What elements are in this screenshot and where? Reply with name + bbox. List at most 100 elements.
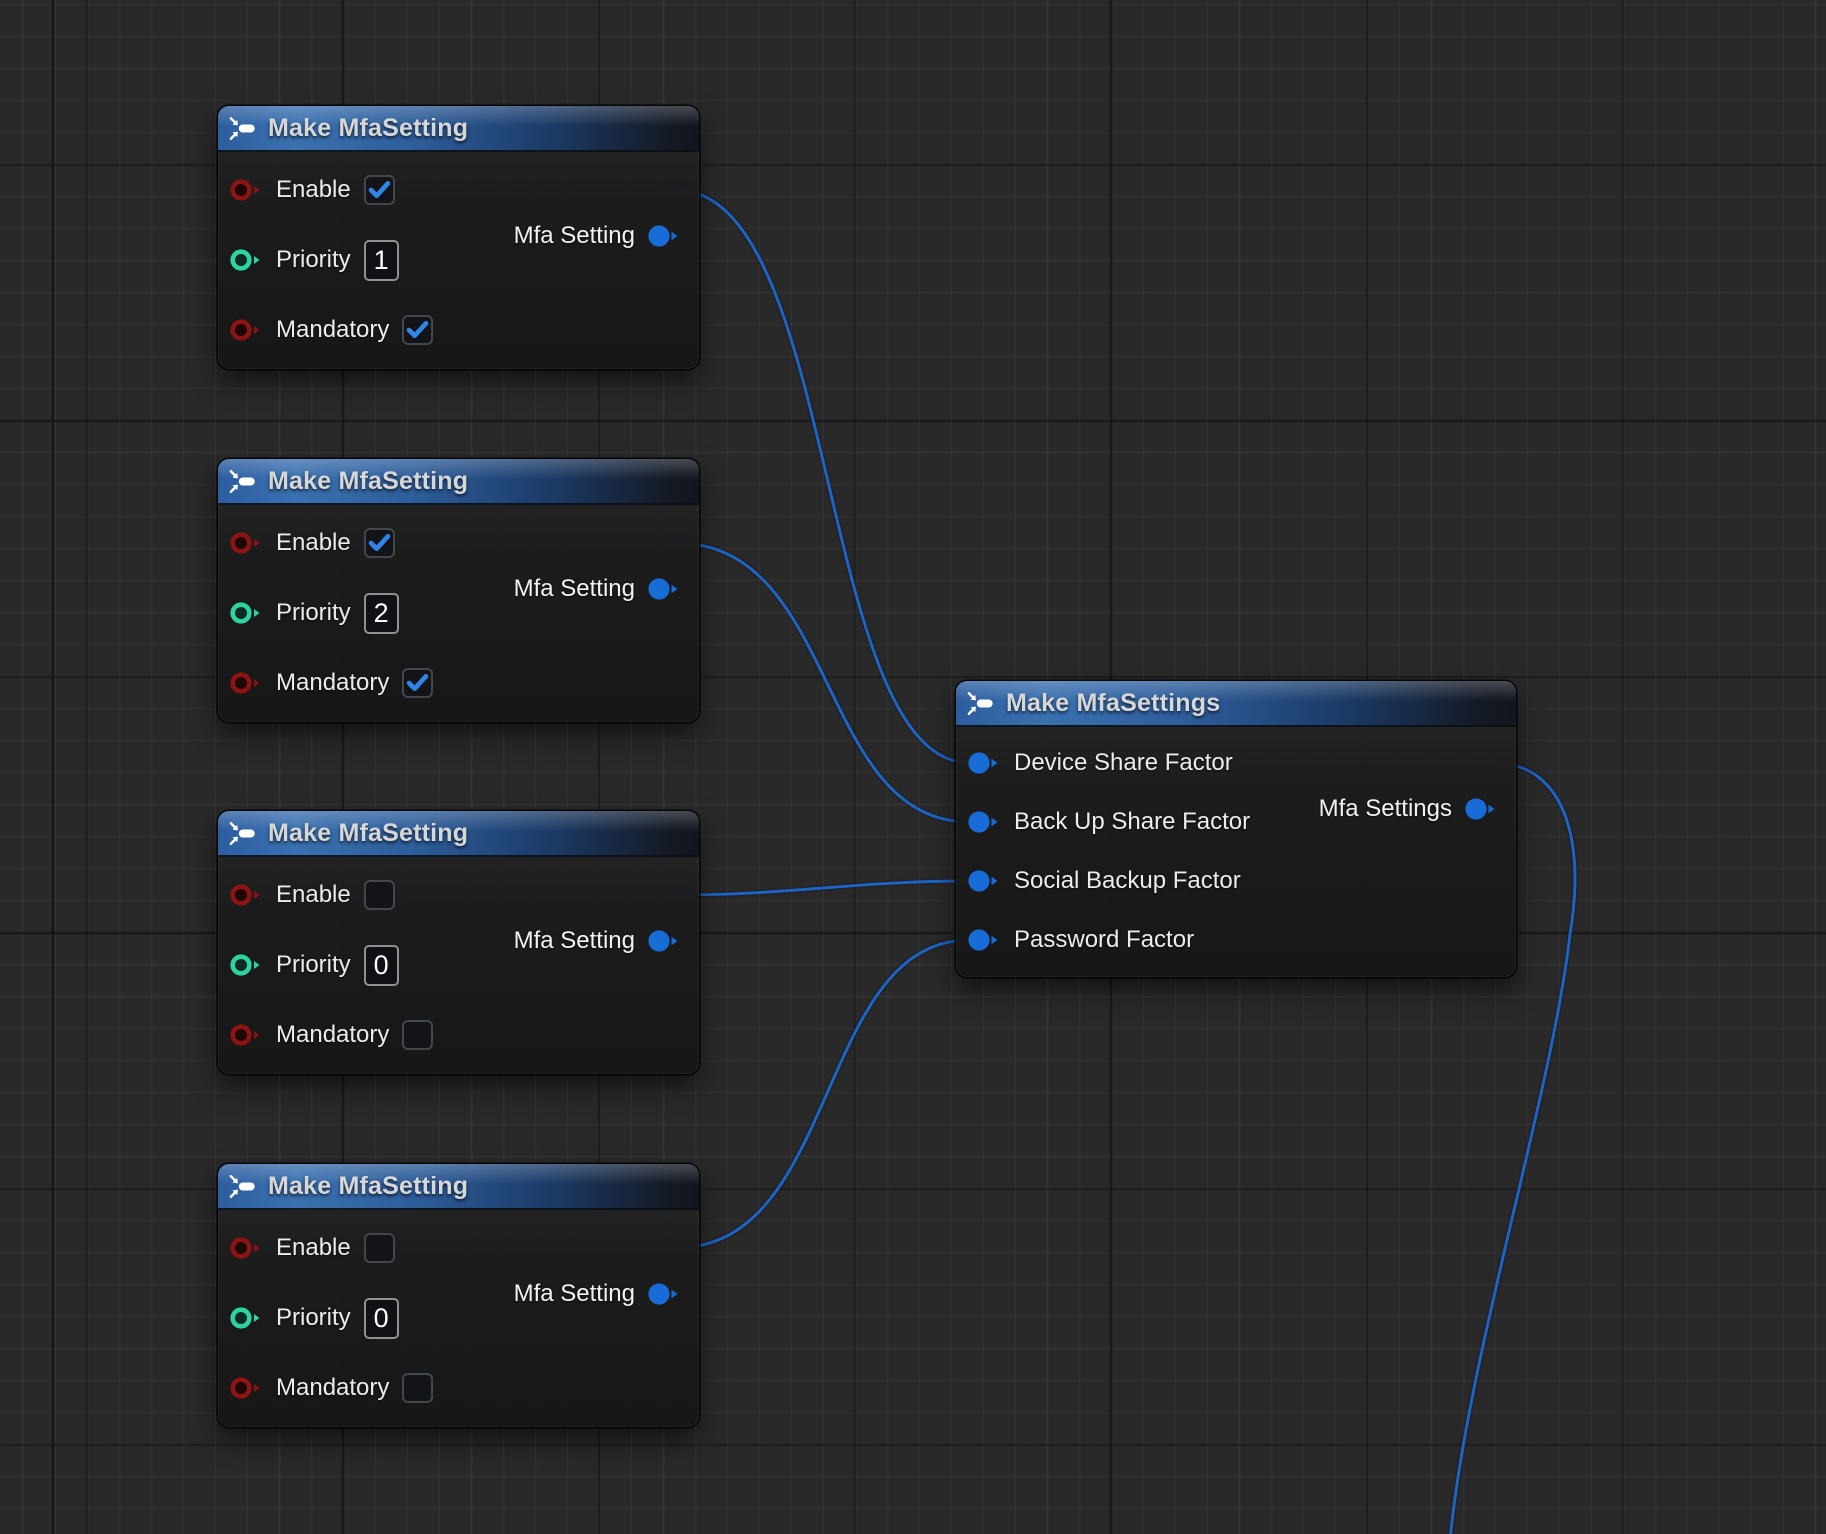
struct-output-pin-icon[interactable] xyxy=(1464,796,1498,822)
pin-label: Mandatory xyxy=(276,1374,389,1402)
enable-checkbox[interactable] xyxy=(364,880,395,910)
pin-label: Mandatory xyxy=(276,669,389,697)
node-title: Make MfaSetting xyxy=(268,819,468,848)
pin-label: Mandatory xyxy=(276,316,389,344)
enable-checkbox[interactable] xyxy=(364,175,395,205)
output-label: Mfa Setting xyxy=(514,575,635,603)
int-pin-icon[interactable] xyxy=(229,600,263,626)
struct-output-pin-icon[interactable] xyxy=(647,576,681,602)
struct-pin-icon[interactable] xyxy=(967,927,1001,953)
pin-row-enable: Enable xyxy=(229,871,699,919)
output-label: Mfa Setting xyxy=(514,1280,635,1308)
node-title: Make MfaSetting xyxy=(268,1172,468,1201)
check-icon xyxy=(404,669,431,696)
pin-row-enable: Enable xyxy=(229,166,699,214)
node-make-mfasetting-1[interactable]: Make MfaSetting Enable Priority 1 Mandat… xyxy=(218,106,699,369)
pin-row-mandatory: Mandatory xyxy=(229,659,699,707)
make-struct-icon xyxy=(229,116,257,141)
wire-mfasetting2-to-backup-share-factor[interactable] xyxy=(676,543,970,822)
pin-label: Priority xyxy=(276,1304,351,1332)
check-icon xyxy=(404,316,431,343)
bool-pin-icon[interactable] xyxy=(229,1022,263,1048)
node-title: Make MfaSettings xyxy=(1006,689,1220,718)
make-struct-icon xyxy=(229,1174,257,1199)
node-header[interactable]: Make MfaSettings xyxy=(956,681,1516,727)
pin-label: Enable xyxy=(276,881,351,909)
mandatory-checkbox[interactable] xyxy=(402,1373,433,1403)
pin-label: Device Share Factor xyxy=(1014,749,1233,777)
pin-label: Priority xyxy=(276,951,351,979)
bool-pin-icon[interactable] xyxy=(229,882,263,908)
int-pin-icon[interactable] xyxy=(229,1305,263,1331)
priority-value: 0 xyxy=(374,950,389,981)
pin-row-mandatory: Mandatory xyxy=(229,306,699,354)
wire-mfasetting3-to-social-backup-factor[interactable] xyxy=(676,881,970,895)
pin-row-enable: Enable xyxy=(229,1224,699,1272)
pin-label: Enable xyxy=(276,1234,351,1262)
priority-value: 2 xyxy=(374,598,389,629)
struct-pin-icon[interactable] xyxy=(967,750,1001,776)
pin-label: Password Factor xyxy=(1014,926,1194,954)
priority-input[interactable]: 1 xyxy=(364,240,399,281)
bool-pin-icon[interactable] xyxy=(229,317,263,343)
pin-row-mandatory: Mandatory xyxy=(229,1364,699,1412)
node-title: Make MfaSetting xyxy=(268,467,468,496)
output-row: Mfa Setting xyxy=(514,565,681,613)
node-make-mfasetting-3[interactable]: Make MfaSetting Enable Priority 0 Mandat… xyxy=(218,811,699,1074)
output-row: Mfa Setting xyxy=(514,917,681,965)
pin-row-enable: Enable xyxy=(229,519,699,567)
struct-output-pin-icon[interactable] xyxy=(647,928,681,954)
check-icon xyxy=(366,529,393,556)
bool-pin-icon[interactable] xyxy=(229,1375,263,1401)
node-make-mfasetting-2[interactable]: Make MfaSetting Enable Priority 2 Mandat… xyxy=(218,459,699,722)
node-make-mfasetting-4[interactable]: Make MfaSetting Enable Priority 0 Mandat… xyxy=(218,1164,699,1427)
output-label: Mfa Settings xyxy=(1319,795,1452,823)
bool-pin-icon[interactable] xyxy=(229,1235,263,1261)
wire-mfasetting4-to-password-factor[interactable] xyxy=(676,940,970,1248)
pin-label: Mandatory xyxy=(276,1021,389,1049)
struct-output-pin-icon[interactable] xyxy=(647,1281,681,1307)
priority-input[interactable]: 2 xyxy=(364,593,399,634)
pin-label: Social Backup Factor xyxy=(1014,867,1241,895)
check-icon xyxy=(366,176,393,203)
int-pin-icon[interactable] xyxy=(229,952,263,978)
struct-pin-icon[interactable] xyxy=(967,809,1001,835)
make-struct-icon xyxy=(967,691,995,716)
bool-pin-icon[interactable] xyxy=(229,177,263,203)
pin-label: Back Up Share Factor xyxy=(1014,808,1250,836)
enable-checkbox[interactable] xyxy=(364,528,395,558)
pin-row-password-factor: Password Factor xyxy=(967,916,1516,964)
node-header[interactable]: Make MfaSetting xyxy=(218,1164,699,1210)
priority-value: 0 xyxy=(374,1303,389,1334)
output-row: Mfa Settings xyxy=(1319,785,1498,833)
struct-output-pin-icon[interactable] xyxy=(647,223,681,249)
output-row: Mfa Setting xyxy=(514,1270,681,1318)
priority-value: 1 xyxy=(374,245,389,276)
pin-label: Enable xyxy=(276,176,351,204)
node-title: Make MfaSetting xyxy=(268,114,468,143)
node-header[interactable]: Make MfaSetting xyxy=(218,106,699,152)
struct-pin-icon[interactable] xyxy=(967,868,1001,894)
pin-label: Priority xyxy=(276,246,351,274)
bool-pin-icon[interactable] xyxy=(229,530,263,556)
int-pin-icon[interactable] xyxy=(229,247,263,273)
node-header[interactable]: Make MfaSetting xyxy=(218,811,699,857)
blueprint-graph-canvas[interactable]: Make MfaSetting Enable Priority 1 Mandat… xyxy=(0,0,1826,1534)
output-label: Mfa Setting xyxy=(514,927,635,955)
priority-input[interactable]: 0 xyxy=(364,1298,399,1339)
pin-row-social-backup-factor: Social Backup Factor xyxy=(967,857,1516,905)
mandatory-checkbox[interactable] xyxy=(402,668,433,698)
enable-checkbox[interactable] xyxy=(364,1233,395,1263)
mandatory-checkbox[interactable] xyxy=(402,315,433,345)
output-label: Mfa Setting xyxy=(514,222,635,250)
node-make-mfasettings[interactable]: Make MfaSettings Device Share Factor Bac… xyxy=(956,681,1516,977)
pin-label: Priority xyxy=(276,599,351,627)
mandatory-checkbox[interactable] xyxy=(402,1020,433,1050)
priority-input[interactable]: 0 xyxy=(364,945,399,986)
bool-pin-icon[interactable] xyxy=(229,670,263,696)
pin-row-mandatory: Mandatory xyxy=(229,1011,699,1059)
node-header[interactable]: Make MfaSetting xyxy=(218,459,699,505)
make-struct-icon xyxy=(229,821,257,846)
pin-row-device-share-factor: Device Share Factor xyxy=(967,739,1516,787)
make-struct-icon xyxy=(229,469,257,494)
